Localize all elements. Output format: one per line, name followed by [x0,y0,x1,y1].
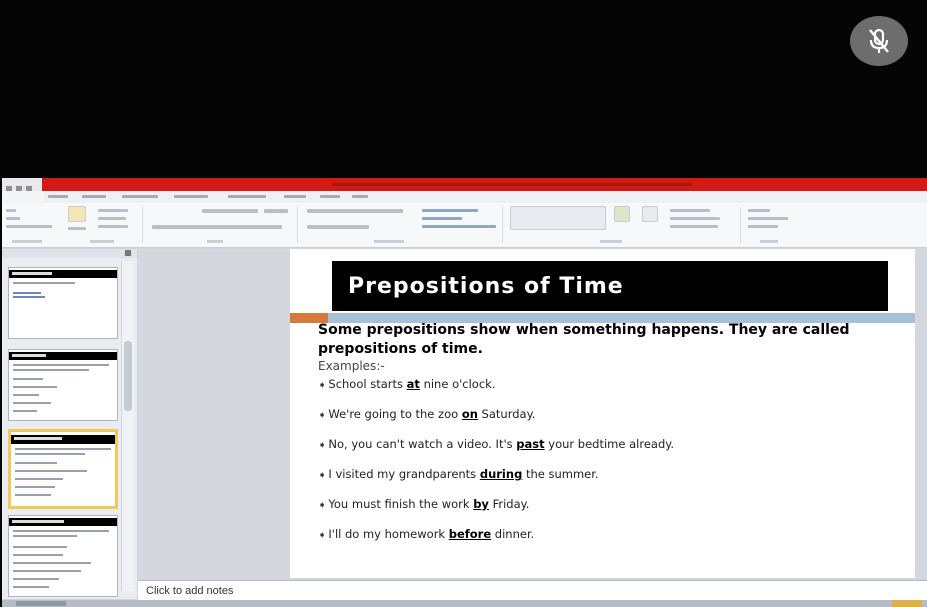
align-buttons[interactable] [307,225,369,229]
shape-effects-button[interactable] [670,225,718,228]
editing-group-label [760,240,778,243]
mute-indicator[interactable] [850,16,908,66]
shared-screen-video: Prepositions of Time Some prepositions s… [0,0,927,607]
align-text-button[interactable] [422,217,462,220]
bullet-arrow-icon: ➧ [318,530,327,541]
slide-thumbnail-active[interactable] [8,429,118,509]
example-bullet: ➧ No, you can't watch a video. It's past … [318,437,675,451]
preposition: by [473,497,489,511]
ribbon-home [2,203,927,248]
bullet-arrow-icon: ➧ [318,410,327,421]
slide-canvas[interactable]: Prepositions of Time Some prepositions s… [290,249,915,578]
paragraph-group-label [374,240,404,243]
shape-outline-button[interactable] [670,217,720,220]
slide-thumbnail[interactable] [8,515,118,597]
tab-home[interactable] [48,195,68,198]
pane-tabs[interactable] [2,249,137,258]
reset-button[interactable] [98,217,126,220]
tab-design[interactable] [122,195,158,198]
shapes-gallery[interactable] [510,206,606,230]
slide-thumbnail[interactable] [8,267,118,339]
convert-smartart-button[interactable] [422,225,496,228]
view-buttons[interactable] [892,600,922,607]
bullet-arrow-icon: ➧ [318,380,327,391]
new-slide-icon[interactable] [68,206,86,222]
replace-button[interactable] [748,217,788,220]
tab-view[interactable] [352,195,368,198]
copy-button[interactable] [6,217,20,220]
text-direction-button[interactable] [422,209,478,212]
example-bullet: ➧ I'll do my homework before dinner. [318,527,535,541]
drawing-group-label [600,240,622,243]
slide-editing-area: Prepositions of Time Some prepositions s… [138,249,927,579]
font-size-box[interactable] [264,209,288,213]
slide-title: Prepositions of Time [348,274,624,299]
bullet-arrow-icon: ➧ [318,440,327,451]
font-family-box[interactable] [202,209,258,213]
tab-animations[interactable] [228,195,266,198]
powerpoint-window: Prepositions of Time Some prepositions s… [2,178,927,607]
clipboard-group-label [12,240,42,243]
slide-title-box[interactable]: Prepositions of Time [332,261,888,311]
list-buttons[interactable] [307,209,403,213]
tab-transitions[interactable] [174,195,208,198]
example-bullet: ➧ School starts at nine o'clock. [318,377,496,391]
tab-review[interactable] [320,195,340,198]
bullet-arrow-icon: ➧ [318,470,327,481]
quick-access-toolbar[interactable] [2,178,42,191]
window-title-bar [2,178,927,191]
find-button[interactable] [748,209,770,212]
select-button[interactable] [748,225,778,228]
microphone-slash-icon [869,28,889,53]
section-button[interactable] [98,225,128,228]
tab-insert[interactable] [82,195,106,198]
status-bar [2,600,927,607]
preposition: past [516,437,545,451]
tab-file[interactable] [2,191,44,203]
intro-paragraph: Some prepositions show when something ha… [318,322,850,357]
new-slide-button[interactable] [68,227,86,230]
window-title [332,183,692,186]
preposition: during [479,467,523,481]
preposition: before [448,527,492,541]
close-pane-icon[interactable] [125,250,131,256]
example-bullet: ➧ We're going to the zoo on Saturday. [318,407,536,421]
layout-button[interactable] [98,209,128,212]
notes-pane[interactable]: Click to add notes [138,580,927,600]
cut-button[interactable] [6,209,16,212]
arrange-icon[interactable] [614,206,630,222]
quick-styles-icon[interactable] [642,206,658,222]
notes-placeholder: Click to add notes [146,585,234,597]
example-bullet: ➧ I visited my grandparents during the su… [318,467,599,481]
tab-slide-show[interactable] [284,195,306,198]
slide-thumbnails-pane [2,249,137,599]
thumbnails-scrollbar[interactable] [121,261,134,591]
scrollbar-thumb[interactable] [124,341,132,411]
preposition: on [461,407,478,421]
slide-thumbnail[interactable] [8,349,118,421]
font-format-buttons[interactable] [152,225,282,229]
format-painter-button[interactable] [6,225,52,228]
ribbon-tabs [2,191,927,203]
shape-fill-button[interactable] [670,209,710,212]
slides-group-label [90,240,114,243]
example-bullet: ➧ You must finish the work by Friday. [318,497,530,511]
font-group-label [207,240,223,243]
bullet-arrow-icon: ➧ [318,500,327,511]
slide-counter [16,601,66,606]
examples-label: Examples:- [318,359,385,373]
preposition: at [406,377,420,391]
